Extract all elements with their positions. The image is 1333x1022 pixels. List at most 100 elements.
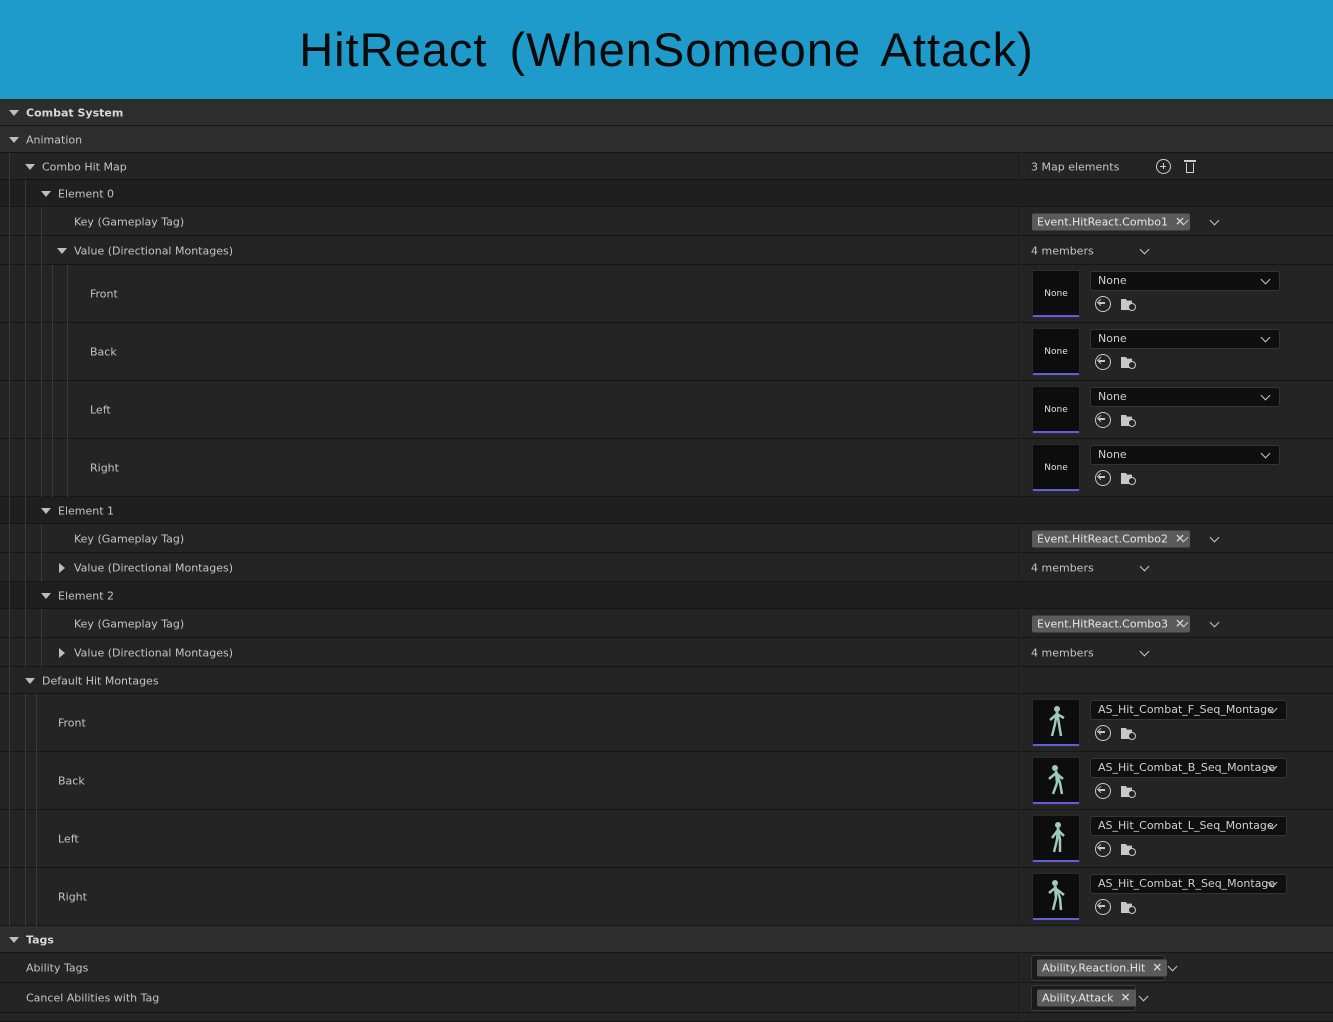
browse-asset-icon[interactable] xyxy=(1120,296,1136,312)
trash-icon[interactable] xyxy=(1183,159,1199,175)
property-combo-hit-map[interactable]: Combo Hit Map 3 Map elements xyxy=(0,153,1333,180)
use-selected-asset-icon[interactable] xyxy=(1095,841,1111,857)
property-ability-tags: Ability Tags Ability.Reaction.Hit ✕ xyxy=(0,953,1333,983)
element-label: Element 1 xyxy=(58,504,115,517)
collapse-arrow-icon[interactable] xyxy=(59,647,65,658)
remove-tag-icon[interactable]: ✕ xyxy=(1152,960,1162,977)
map-element-1[interactable]: Element 1 xyxy=(0,497,1333,524)
expand-arrow-icon[interactable] xyxy=(25,163,35,170)
asset-thumbnail[interactable]: None xyxy=(1032,444,1080,492)
browse-asset-icon[interactable] xyxy=(1120,354,1136,370)
gameplay-tag-chip[interactable]: Ability.Reaction.Hit ✕ xyxy=(1037,959,1168,977)
character-figure-icon xyxy=(1048,765,1064,795)
category-tags[interactable]: Tags xyxy=(0,926,1333,953)
element-2-key-row: Key (Gameplay Tag) Event.HitReact.Combo3… xyxy=(0,609,1333,638)
banner-title: HitReact (WhenSomeone Attack) xyxy=(299,23,1034,76)
collapse-arrow-icon[interactable] xyxy=(59,562,65,573)
map-element-0[interactable]: Element 0 xyxy=(0,180,1333,207)
montage-picker-combo[interactable]: AS_Hit_Combat_R_Seq_Montage xyxy=(1090,874,1287,894)
category-label: Combat System xyxy=(26,106,124,119)
character-figure-icon xyxy=(1048,880,1065,911)
browse-asset-icon[interactable] xyxy=(1120,899,1136,915)
value-label: Value (Directional Montages) xyxy=(74,646,234,659)
members-count: 4 members xyxy=(1031,646,1094,659)
expand-arrow-icon[interactable] xyxy=(9,936,19,943)
use-selected-asset-icon[interactable] xyxy=(1095,899,1111,915)
expand-arrow-icon[interactable] xyxy=(41,592,51,599)
montage-picker-combo[interactable]: AS_Hit_Combat_F_Seq_Montage xyxy=(1090,700,1287,720)
next-property-row xyxy=(0,1013,1333,1022)
details-panel: Combat System Animation Combo Hit Map 3 … xyxy=(0,99,1333,1022)
browse-asset-icon[interactable] xyxy=(1120,412,1136,428)
asset-picker-combo[interactable]: None xyxy=(1090,445,1280,465)
direction-label: Front xyxy=(58,716,86,730)
map-element-2[interactable]: Element 2 xyxy=(0,582,1333,609)
montage-picker-combo[interactable]: AS_Hit_Combat_L_Seq_Montage xyxy=(1090,816,1287,836)
default-montage-row-front: Front AS_Hit_Combat_F_Seq_Montage xyxy=(0,694,1333,752)
map-count: 3 Map elements xyxy=(1031,160,1120,173)
element-1-value-row[interactable]: Value (Directional Montages) 4 members xyxy=(0,553,1333,582)
expand-arrow-icon[interactable] xyxy=(9,109,19,116)
element-label: Element 0 xyxy=(58,187,115,200)
asset-picker-combo[interactable]: None xyxy=(1090,329,1280,349)
browse-asset-icon[interactable] xyxy=(1120,841,1136,857)
direction-label: Right xyxy=(58,890,87,904)
add-element-icon[interactable] xyxy=(1156,159,1171,174)
asset-thumbnail[interactable]: None xyxy=(1032,328,1080,376)
default-montage-row-back: Back AS_Hit_Combat_B_Seq_Montage xyxy=(0,752,1333,810)
key-label: Key (Gameplay Tag) xyxy=(74,532,185,545)
browse-asset-icon[interactable] xyxy=(1120,470,1136,486)
value-label: Value (Directional Montages) xyxy=(74,561,234,574)
direction-row-right: Right None None xyxy=(0,439,1333,497)
use-selected-asset-icon[interactable] xyxy=(1095,354,1111,370)
asset-thumbnail[interactable]: None xyxy=(1032,270,1080,318)
use-selected-asset-icon[interactable] xyxy=(1095,725,1111,741)
expand-arrow-icon[interactable] xyxy=(25,677,35,684)
montage-thumbnail[interactable] xyxy=(1032,873,1080,921)
direction-label: Right xyxy=(90,461,119,475)
direction-label: Back xyxy=(58,774,85,788)
direction-label: Left xyxy=(90,403,111,417)
expand-arrow-icon[interactable] xyxy=(41,507,51,514)
element-0-key-row: Key (Gameplay Tag) Event.HitReact.Combo1… xyxy=(0,207,1333,236)
remove-tag-icon[interactable]: ✕ xyxy=(1120,990,1130,1007)
expand-arrow-icon[interactable] xyxy=(41,190,51,197)
expand-arrow-icon[interactable] xyxy=(9,136,19,143)
montage-thumbnail[interactable] xyxy=(1032,815,1080,863)
asset-picker-combo[interactable]: None xyxy=(1090,271,1280,291)
gameplay-tag-chip[interactable]: Event.HitReact.Combo1 ✕ xyxy=(1032,213,1191,230)
category-combat-system[interactable]: Combat System xyxy=(0,99,1333,126)
gameplay-tag-chip[interactable]: Event.HitReact.Combo3 ✕ xyxy=(1032,615,1191,632)
element-0-value-row[interactable]: Value (Directional Montages) 4 members xyxy=(0,236,1333,265)
property-label: Default Hit Montages xyxy=(42,674,159,687)
browse-asset-icon[interactable] xyxy=(1120,725,1136,741)
chevron-down-icon xyxy=(1260,274,1271,285)
browse-asset-icon[interactable] xyxy=(1120,783,1136,799)
use-selected-asset-icon[interactable] xyxy=(1095,470,1111,486)
property-cancel-abilities: Cancel Abilities with Tag Ability.Attack… xyxy=(0,983,1333,1013)
asset-thumbnail[interactable]: None xyxy=(1032,386,1080,434)
use-selected-asset-icon[interactable] xyxy=(1095,783,1111,799)
title-banner: HitReact (WhenSomeone Attack) xyxy=(0,0,1333,99)
montage-thumbnail[interactable] xyxy=(1032,757,1080,805)
property-default-hit-montages[interactable]: Default Hit Montages xyxy=(0,667,1333,694)
use-selected-asset-icon[interactable] xyxy=(1095,412,1111,428)
character-figure-icon xyxy=(1051,822,1065,853)
element-2-value-row[interactable]: Value (Directional Montages) 4 members xyxy=(0,638,1333,667)
chevron-down-icon xyxy=(1260,390,1271,401)
asset-picker-combo[interactable]: None xyxy=(1090,387,1280,407)
direction-label: Back xyxy=(90,345,117,359)
category-animation[interactable]: Animation xyxy=(0,126,1333,153)
montage-picker-combo[interactable]: AS_Hit_Combat_B_Seq_Montage xyxy=(1090,758,1287,778)
direction-row-back: Back None None xyxy=(0,323,1333,381)
gameplay-tag-chip[interactable]: Ability.Attack ✕ xyxy=(1037,989,1136,1007)
key-label: Key (Gameplay Tag) xyxy=(74,617,185,630)
expand-arrow-icon[interactable] xyxy=(57,247,67,254)
property-label: Combo Hit Map xyxy=(42,160,127,173)
element-label: Element 2 xyxy=(58,589,115,602)
gameplay-tag-chip[interactable]: Event.HitReact.Combo2 ✕ xyxy=(1032,530,1191,547)
value-label: Value (Directional Montages) xyxy=(74,244,234,257)
montage-thumbnail[interactable] xyxy=(1032,699,1080,747)
direction-label: Front xyxy=(90,287,118,301)
use-selected-asset-icon[interactable] xyxy=(1095,296,1111,312)
